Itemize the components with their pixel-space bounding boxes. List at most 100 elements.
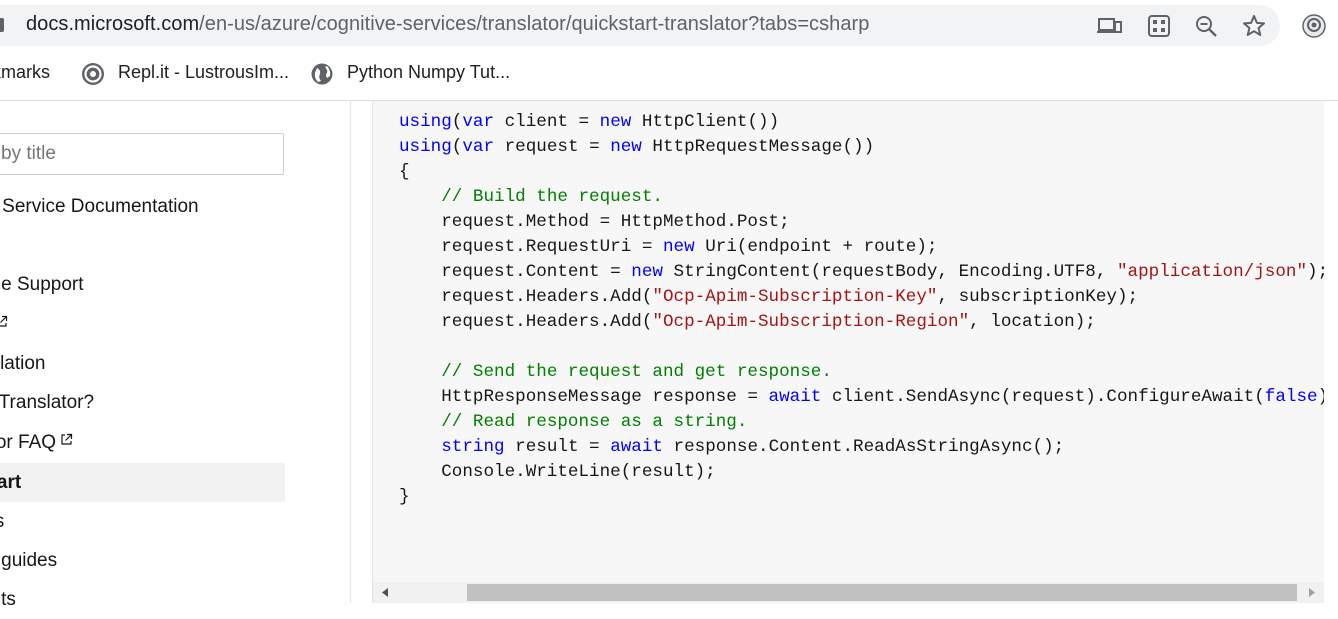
toc-item-language-support[interactable]: age Support — [0, 265, 285, 304]
globe-icon — [311, 63, 333, 85]
bookmarks-bar: kmarks Repl.it - LustrousIm... Python Nu… — [0, 52, 1338, 101]
code-keyword: var — [462, 137, 495, 157]
code-token: client.SendAsync(request).ConfigureAwait… — [821, 387, 1265, 407]
toc-item-samples[interactable]: les — [0, 502, 285, 541]
code-token: ( — [451, 137, 463, 157]
code-token: , location); — [969, 312, 1096, 332]
code-comment: // Read response as a string. — [441, 412, 748, 432]
code-line: request.Content = new StringContent(requ… — [399, 260, 1338, 285]
code-line: using(var request = new HttpRequestMessa… — [399, 135, 1338, 160]
code-token: request.Headers.Add( — [399, 287, 653, 307]
toc-item-documentation[interactable]: or Service Documentation — [0, 187, 285, 226]
code-token: request.Headers.Add( — [399, 312, 653, 332]
url-host: docs.microsoft.com — [26, 13, 200, 35]
toc-item-translator-faq[interactable]: ator FAQ — [0, 423, 285, 462]
code-token: } — [399, 487, 410, 507]
scroll-left-arrow-icon[interactable] — [373, 582, 397, 603]
code-line: request.Method = HttpMethod.Post; — [399, 210, 1338, 235]
lock-icon[interactable] — [0, 18, 4, 32]
code-keyword: var — [462, 112, 495, 132]
toc-item-pricing[interactable]: g — [0, 305, 285, 344]
toc-item-label: age Support — [0, 274, 84, 295]
code-comment: // Send the request and get response. — [441, 362, 832, 382]
browser-toolbar: docs.microsoft.com/en-us/azure/cognitive… — [0, 0, 1338, 52]
qr-code-icon[interactable] — [1146, 13, 1172, 39]
toc-item-label: to guides — [0, 550, 58, 571]
bookmark-all[interactable]: kmarks — [0, 62, 50, 83]
code-line: HttpResponseMessage response = await cli… — [399, 385, 1338, 410]
code-line: string result = await response.Content.R… — [399, 435, 1338, 460]
toc-sidebar: or Service Documentation w age Support g… — [0, 101, 351, 610]
replit-icon — [82, 63, 104, 85]
toc-item-how-to-guides[interactable]: to guides — [0, 541, 285, 580]
code-token: , subscriptionKey); — [937, 287, 1139, 307]
code-line: // Build the request. — [399, 185, 1338, 210]
code-block[interactable]: using(var client = new HttpClient()) usin… — [372, 101, 1338, 603]
code-keyword: await — [610, 437, 663, 457]
zoom-icon[interactable] — [1193, 13, 1219, 39]
scrollbar-thumb[interactable] — [467, 584, 1297, 601]
code-keyword: false — [1264, 387, 1318, 407]
code-line: request.RequestUri = new Uri(endpoint + … — [399, 235, 1338, 260]
code-keyword: new — [610, 137, 642, 157]
code-line: // Read response as a string. — [399, 410, 1338, 435]
code-line: Console.WriteLine(result); — [399, 460, 1338, 485]
code-keyword: new — [662, 237, 695, 257]
bookmark-label: Python Numpy Tut... — [347, 62, 511, 82]
code-token: Uri(endpoint + route); — [694, 237, 938, 257]
code-string: "Ocp-Apim-Subscription-Key" — [652, 287, 938, 307]
url-text[interactable]: docs.microsoft.com/en-us/azure/cognitive… — [26, 13, 869, 36]
code-token: request.Method = HttpMethod.Post; — [399, 212, 790, 232]
toc-item-label: les — [0, 511, 4, 532]
code-keyword: new — [631, 262, 663, 282]
code-token: result = — [504, 437, 611, 457]
code-text[interactable]: using(var client = new HttpClient()) usin… — [399, 110, 1338, 510]
code-token: request.RequestUri = — [399, 237, 663, 257]
bookmark-label: kmarks — [0, 62, 50, 82]
code-token: client = — [494, 112, 600, 132]
horizontal-scrollbar[interactable] — [373, 582, 1324, 603]
cast-icon[interactable] — [1096, 13, 1122, 39]
profile-icon[interactable] — [1301, 13, 1327, 39]
code-string: "Ocp-Apim-Subscription-Region" — [652, 312, 970, 332]
toc-item-translation[interactable]: nslation — [0, 344, 285, 383]
toc-item-quickstart[interactable]: start — [0, 463, 285, 502]
code-token: { — [399, 162, 410, 182]
toc-item-label: ents — [0, 589, 16, 610]
code-line: // Send the request and get response. — [399, 360, 1338, 385]
code-line: } — [399, 485, 1338, 510]
code-keyword: await — [768, 387, 822, 407]
toc-item-label: or Service Documentation — [0, 196, 199, 217]
filter-by-title-input[interactable] — [0, 133, 284, 175]
code-line: { — [399, 160, 1338, 185]
toc-item-what-is-translator[interactable]: is Translator? — [0, 383, 285, 422]
bookmark-label: Repl.it - LustrousIm... — [118, 62, 290, 82]
toc-item-label: nslation — [0, 353, 46, 374]
code-line: using(var client = new HttpClient()) — [399, 110, 1338, 135]
external-link-icon — [61, 434, 73, 446]
toc-item-label: is Translator? — [0, 392, 95, 413]
url-path: /en-us/azure/cognitive-services/translat… — [199, 13, 870, 35]
code-token: ( — [451, 112, 463, 132]
code-token: HttpResponseMessage response = — [399, 387, 769, 407]
code-keyword: using — [399, 137, 452, 157]
code-keyword: using — [399, 112, 452, 132]
code-token: request.Content = — [399, 262, 632, 282]
toc-item-concepts[interactable]: ents — [0, 580, 285, 619]
toc-item-label: ator FAQ — [0, 432, 57, 453]
code-token: request = — [494, 137, 611, 157]
page-edge — [1324, 101, 1338, 603]
external-link-icon — [0, 316, 7, 328]
bookmark-star-icon[interactable] — [1241, 13, 1267, 39]
code-token: Console.WriteLine(result); — [399, 462, 716, 482]
toc-item-label: start — [0, 472, 22, 493]
code-keyword: new — [599, 112, 632, 132]
code-token: HttpClient()) — [631, 112, 780, 132]
code-comment: // Build the request. — [441, 187, 663, 207]
scroll-right-arrow-icon[interactable] — [1300, 582, 1324, 603]
toc-item-overview[interactable]: w — [0, 226, 285, 265]
